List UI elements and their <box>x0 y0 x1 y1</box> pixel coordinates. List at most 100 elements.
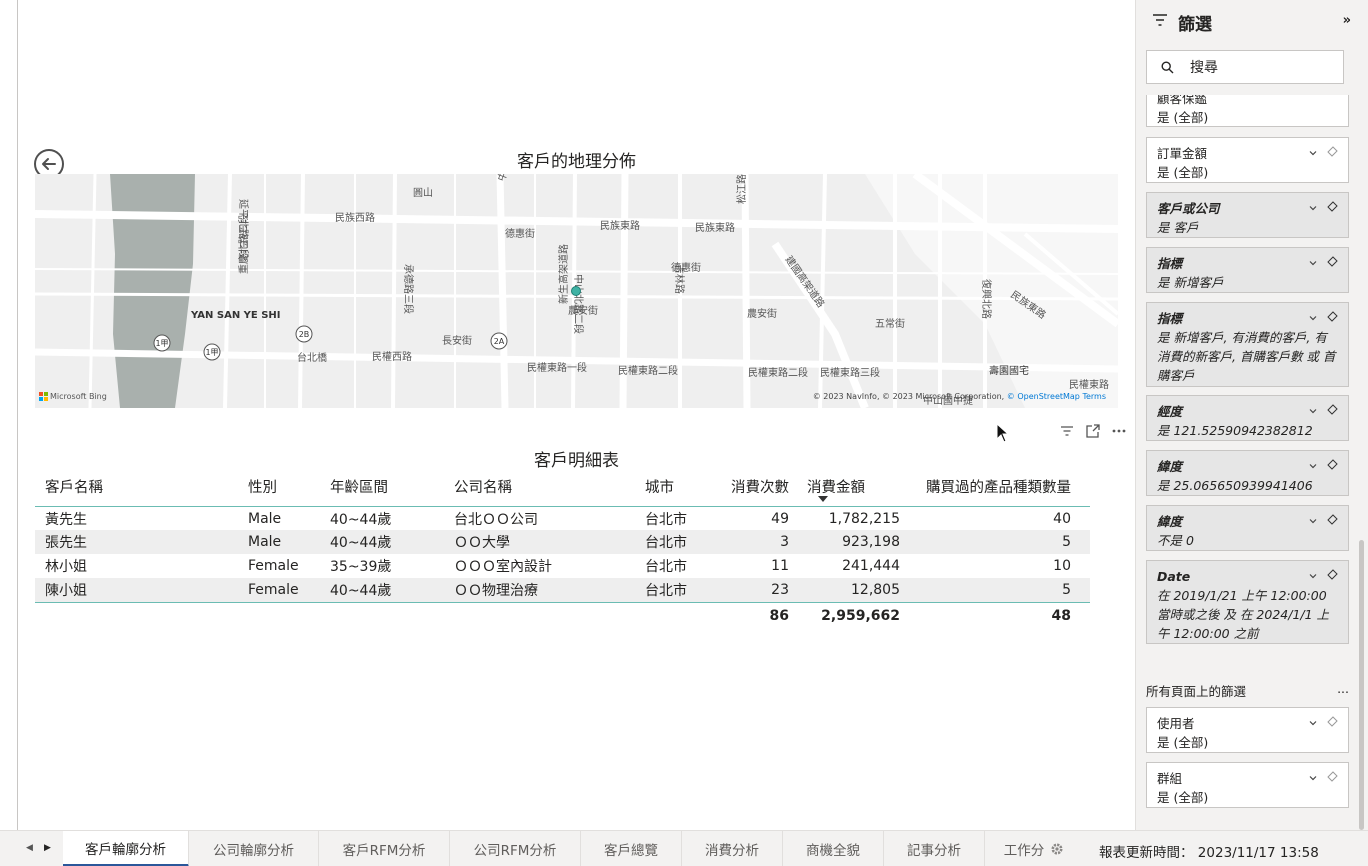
table-title: 客戶明細表 <box>534 451 619 471</box>
tab-notes-analysis[interactable]: 記事分析 <box>884 831 985 866</box>
clear-filter-icon[interactable] <box>1327 458 1338 473</box>
svg-text:民權東路一段: 民權東路一段 <box>527 361 587 374</box>
column-header[interactable]: 公司名稱 <box>444 476 635 497</box>
filter-card-user[interactable]: 使用者 是 (全部) <box>1146 707 1349 753</box>
svg-text:長安街: 長安街 <box>442 334 472 347</box>
openstreetmap-link[interactable]: © OpenStreetMap <box>1007 392 1080 401</box>
chevron-down-icon[interactable] <box>1309 458 1317 473</box>
table-row[interactable]: 林小姐 Female 35~39歲 ＯＯＯ室內設計 台北市 11 241,444… <box>35 554 1090 578</box>
filter-cards-list: 顧客保鑑 是 (全部) 訂單金額 是 (全部) 客戶或公司 是 客戶 指標 是 … <box>1136 95 1368 830</box>
map-copyright: © 2023 NavInfo, © 2023 Microsoft Corpora… <box>812 392 1106 401</box>
filter-card[interactable]: 訂單金額 是 (全部) <box>1146 137 1349 183</box>
filter-card-longitude[interactable]: 經度 是 121.52590942382812 <box>1146 395 1349 441</box>
tab-company-profile[interactable]: 公司輪廓分析 <box>189 831 319 866</box>
filter-card-customer-or-company[interactable]: 客戶或公司 是 客戶 <box>1146 192 1349 238</box>
svg-text:復興北路: 復興北路 <box>980 279 993 319</box>
tab-opportunity-overview[interactable]: 商機全貌 <box>783 831 884 866</box>
visual-header <box>1059 423 1127 439</box>
column-header[interactable]: 消費次數 <box>715 476 797 497</box>
tab-customer-overview[interactable]: 客戶總覽 <box>581 831 682 866</box>
focus-mode-icon[interactable] <box>1085 423 1101 439</box>
table-row[interactable]: 張先生 Male 40~44歲 ＯＯ大學 台北市 3 923,198 5 <box>35 530 1090 554</box>
column-header[interactable]: 年齡區間 <box>320 476 444 497</box>
tab-consumption-analysis[interactable]: 消費分析 <box>682 831 783 866</box>
filter-icon[interactable] <box>1059 423 1075 439</box>
total-visits: 86 <box>769 608 789 624</box>
clear-filter-icon[interactable] <box>1327 568 1338 583</box>
svg-text:德惠街: 德惠街 <box>505 227 535 240</box>
search-placeholder: 搜尋 <box>1190 60 1218 76</box>
chevron-down-icon[interactable] <box>1309 255 1317 270</box>
svg-text:民權東路二段: 民權東路二段 <box>618 364 678 377</box>
bing-attribution: Microsoft Bing <box>39 392 107 401</box>
svg-text:台北橋: 台北橋 <box>297 351 327 364</box>
map-visual[interactable]: 1甲 1甲 2B 2A 圓山 民族西路 民族東路 民族東路 民族東路 民權西路 <box>35 174 1118 408</box>
tab-scroll-left-icon[interactable]: ◀ <box>26 843 33 853</box>
chevron-down-icon[interactable] <box>1309 513 1317 528</box>
chevron-down-icon[interactable] <box>1309 200 1317 215</box>
chevron-down-icon[interactable] <box>1309 145 1317 160</box>
clear-filter-icon[interactable] <box>1327 200 1338 215</box>
report-canvas: 客戶的地理分佈 1甲 1甲 2B 2A 圓山 民族西路 民族東路 民族東路 民族… <box>18 0 1135 830</box>
filter-card-metric[interactable]: 指標 是 新增客戶, 有消費的客戶, 有消費的新客戶, 首購客戶數 或 首購客戶 <box>1146 302 1349 387</box>
filter-card-metric[interactable]: 指標 是 新增客戶 <box>1146 247 1349 293</box>
chevron-down-icon[interactable] <box>1309 715 1317 730</box>
svg-text:1甲: 1甲 <box>155 339 168 348</box>
filter-search-input[interactable]: 搜尋 <box>1146 50 1344 84</box>
svg-text:壽園國宅: 壽園國宅 <box>989 364 1029 377</box>
filter-card-latitude[interactable]: 緯度 是 25.065650939941406 <box>1146 450 1349 496</box>
clear-filter-icon[interactable] <box>1327 310 1338 325</box>
filter-card[interactable]: 顧客保鑑 是 (全部) <box>1146 95 1349 127</box>
filter-pane-header: 篩選 » <box>1136 0 1368 42</box>
column-header[interactable]: 城市 <box>635 476 715 497</box>
table-header-row: 客戶名稱 性別 年齡區間 公司名稱 城市 消費次數 消費金額 購買過的產品種類數… <box>35 470 1090 506</box>
filter-pane-scrollbar[interactable] <box>1359 540 1364 830</box>
svg-text:民族西路: 民族西路 <box>335 211 375 224</box>
filter-card-date[interactable]: Date 在 2019/1/21 上午 12:00:00 當時或之後 及 在 2… <box>1146 560 1349 644</box>
total-product-types: 48 <box>1051 608 1071 624</box>
more-options-icon[interactable]: ... <box>1337 681 1349 700</box>
clear-filter-icon[interactable] <box>1327 145 1338 160</box>
chevron-down-icon[interactable] <box>1309 770 1317 785</box>
microsoft-logo-icon <box>39 392 48 401</box>
mouse-cursor-icon <box>996 423 1010 443</box>
search-icon <box>1161 60 1174 73</box>
tab-customer-profile[interactable]: 客戶輪廓分析 <box>63 831 189 866</box>
customer-detail-table: 客戶名稱 性別 年齡區間 公司名稱 城市 消費次數 消費金額 購買過的產品種類數… <box>35 470 1090 629</box>
tab-scroll-right-icon[interactable]: ▶ <box>44 843 51 853</box>
svg-text:民權東路三段: 民權東路三段 <box>820 366 880 379</box>
chevron-down-icon[interactable] <box>1309 568 1317 583</box>
collapse-pane-icon[interactable]: » <box>1343 13 1351 28</box>
terms-link[interactable]: Terms <box>1082 392 1106 401</box>
table-total-row: 86 2,959,662 48 <box>35 602 1090 629</box>
tab-work-analysis[interactable]: 工作分 <box>985 831 1083 866</box>
filter-card-group[interactable]: 群組 是 (全部) <box>1146 762 1349 808</box>
column-header[interactable]: 購買過的產品種類數量 <box>908 476 1079 497</box>
clear-filter-icon[interactable] <box>1327 513 1338 528</box>
report-refresh-time: 報表更新時間： 2023/11/17 13:58 <box>1099 845 1319 861</box>
table-row[interactable]: 黃先生 Male 40~44歲 台北ＯＯ公司 台北市 49 1,782,215 … <box>35 506 1090 530</box>
svg-text:松江路: 松江路 <box>735 174 748 204</box>
more-options-icon[interactable] <box>1111 423 1127 439</box>
svg-text:YAN SAN YE SHI: YAN SAN YE SHI <box>190 310 281 321</box>
svg-text:新生高架道路: 新生高架道路 <box>557 244 570 304</box>
svg-text:延平北路三段: 延平北路三段 <box>237 199 250 259</box>
clear-filter-icon[interactable] <box>1327 255 1338 270</box>
chevron-down-icon[interactable] <box>1309 310 1317 325</box>
tab-company-rfm[interactable]: 公司RFM分析 <box>450 831 581 866</box>
tab-customer-rfm[interactable]: 客戶RFM分析 <box>319 831 450 866</box>
chevron-down-icon[interactable] <box>1309 403 1317 418</box>
column-header-sorted[interactable]: 消費金額 <box>797 476 908 497</box>
column-header[interactable]: 性別 <box>238 476 320 497</box>
clear-filter-icon[interactable] <box>1327 715 1338 730</box>
svg-text:農安街: 農安街 <box>568 304 598 317</box>
clear-filter-icon[interactable] <box>1327 770 1338 785</box>
table-row[interactable]: 陳小姐 Female 40~44歲 ＯＯ物理治療 台北市 23 12,805 5 <box>35 578 1090 602</box>
svg-text:2B: 2B <box>299 330 310 339</box>
all-pages-filters-header: 所有頁面上的篩選 ... <box>1146 681 1349 700</box>
column-header[interactable]: 客戶名稱 <box>35 476 238 497</box>
clear-filter-icon[interactable] <box>1327 403 1338 418</box>
sort-descending-icon <box>818 496 828 502</box>
svg-text:承德路三段: 承德路三段 <box>402 264 415 314</box>
filter-card-latitude[interactable]: 緯度 不是 0 <box>1146 505 1349 551</box>
